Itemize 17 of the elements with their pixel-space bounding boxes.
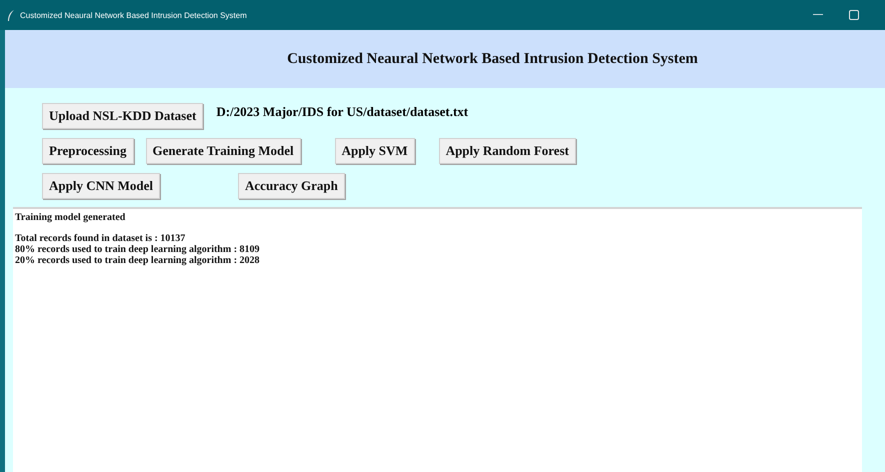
file-path: D:/2023 Major/IDS for US/dataset/dataset.txt <box>216 104 468 120</box>
action-button[interactable]: Apply SVM <box>334 138 415 164</box>
action-button[interactable]: Apply Random Forest <box>438 138 576 164</box>
maximize-icon[interactable] <box>849 10 859 20</box>
feather-icon <box>7 10 15 20</box>
action-button[interactable]: Generate Training Model <box>146 138 301 164</box>
action-button[interactable]: Accuracy Graph <box>238 173 345 199</box>
action-button[interactable]: Upload NSL-KDD Dataset <box>42 103 204 129</box>
output-line: 20% records used to train deep learning algorithm : 2028 <box>15 255 261 266</box>
output-line: 80% records used to train deep learning algorithm : 8109 <box>15 244 261 255</box>
output-line: Training model generated <box>15 212 126 223</box>
action-button[interactable]: Preprocessing <box>42 138 134 164</box>
window-title: Customized Neaural Network Based Intrusion Detection System <box>20 10 247 20</box>
action-button[interactable]: Apply CNN Model <box>42 173 160 199</box>
minimize-icon[interactable] <box>813 14 823 16</box>
app-heading: Customized Neaural Network Based Intrusion Detection System <box>287 50 698 68</box>
output-line: Total records found in dataset is : 10137 <box>15 233 186 244</box>
